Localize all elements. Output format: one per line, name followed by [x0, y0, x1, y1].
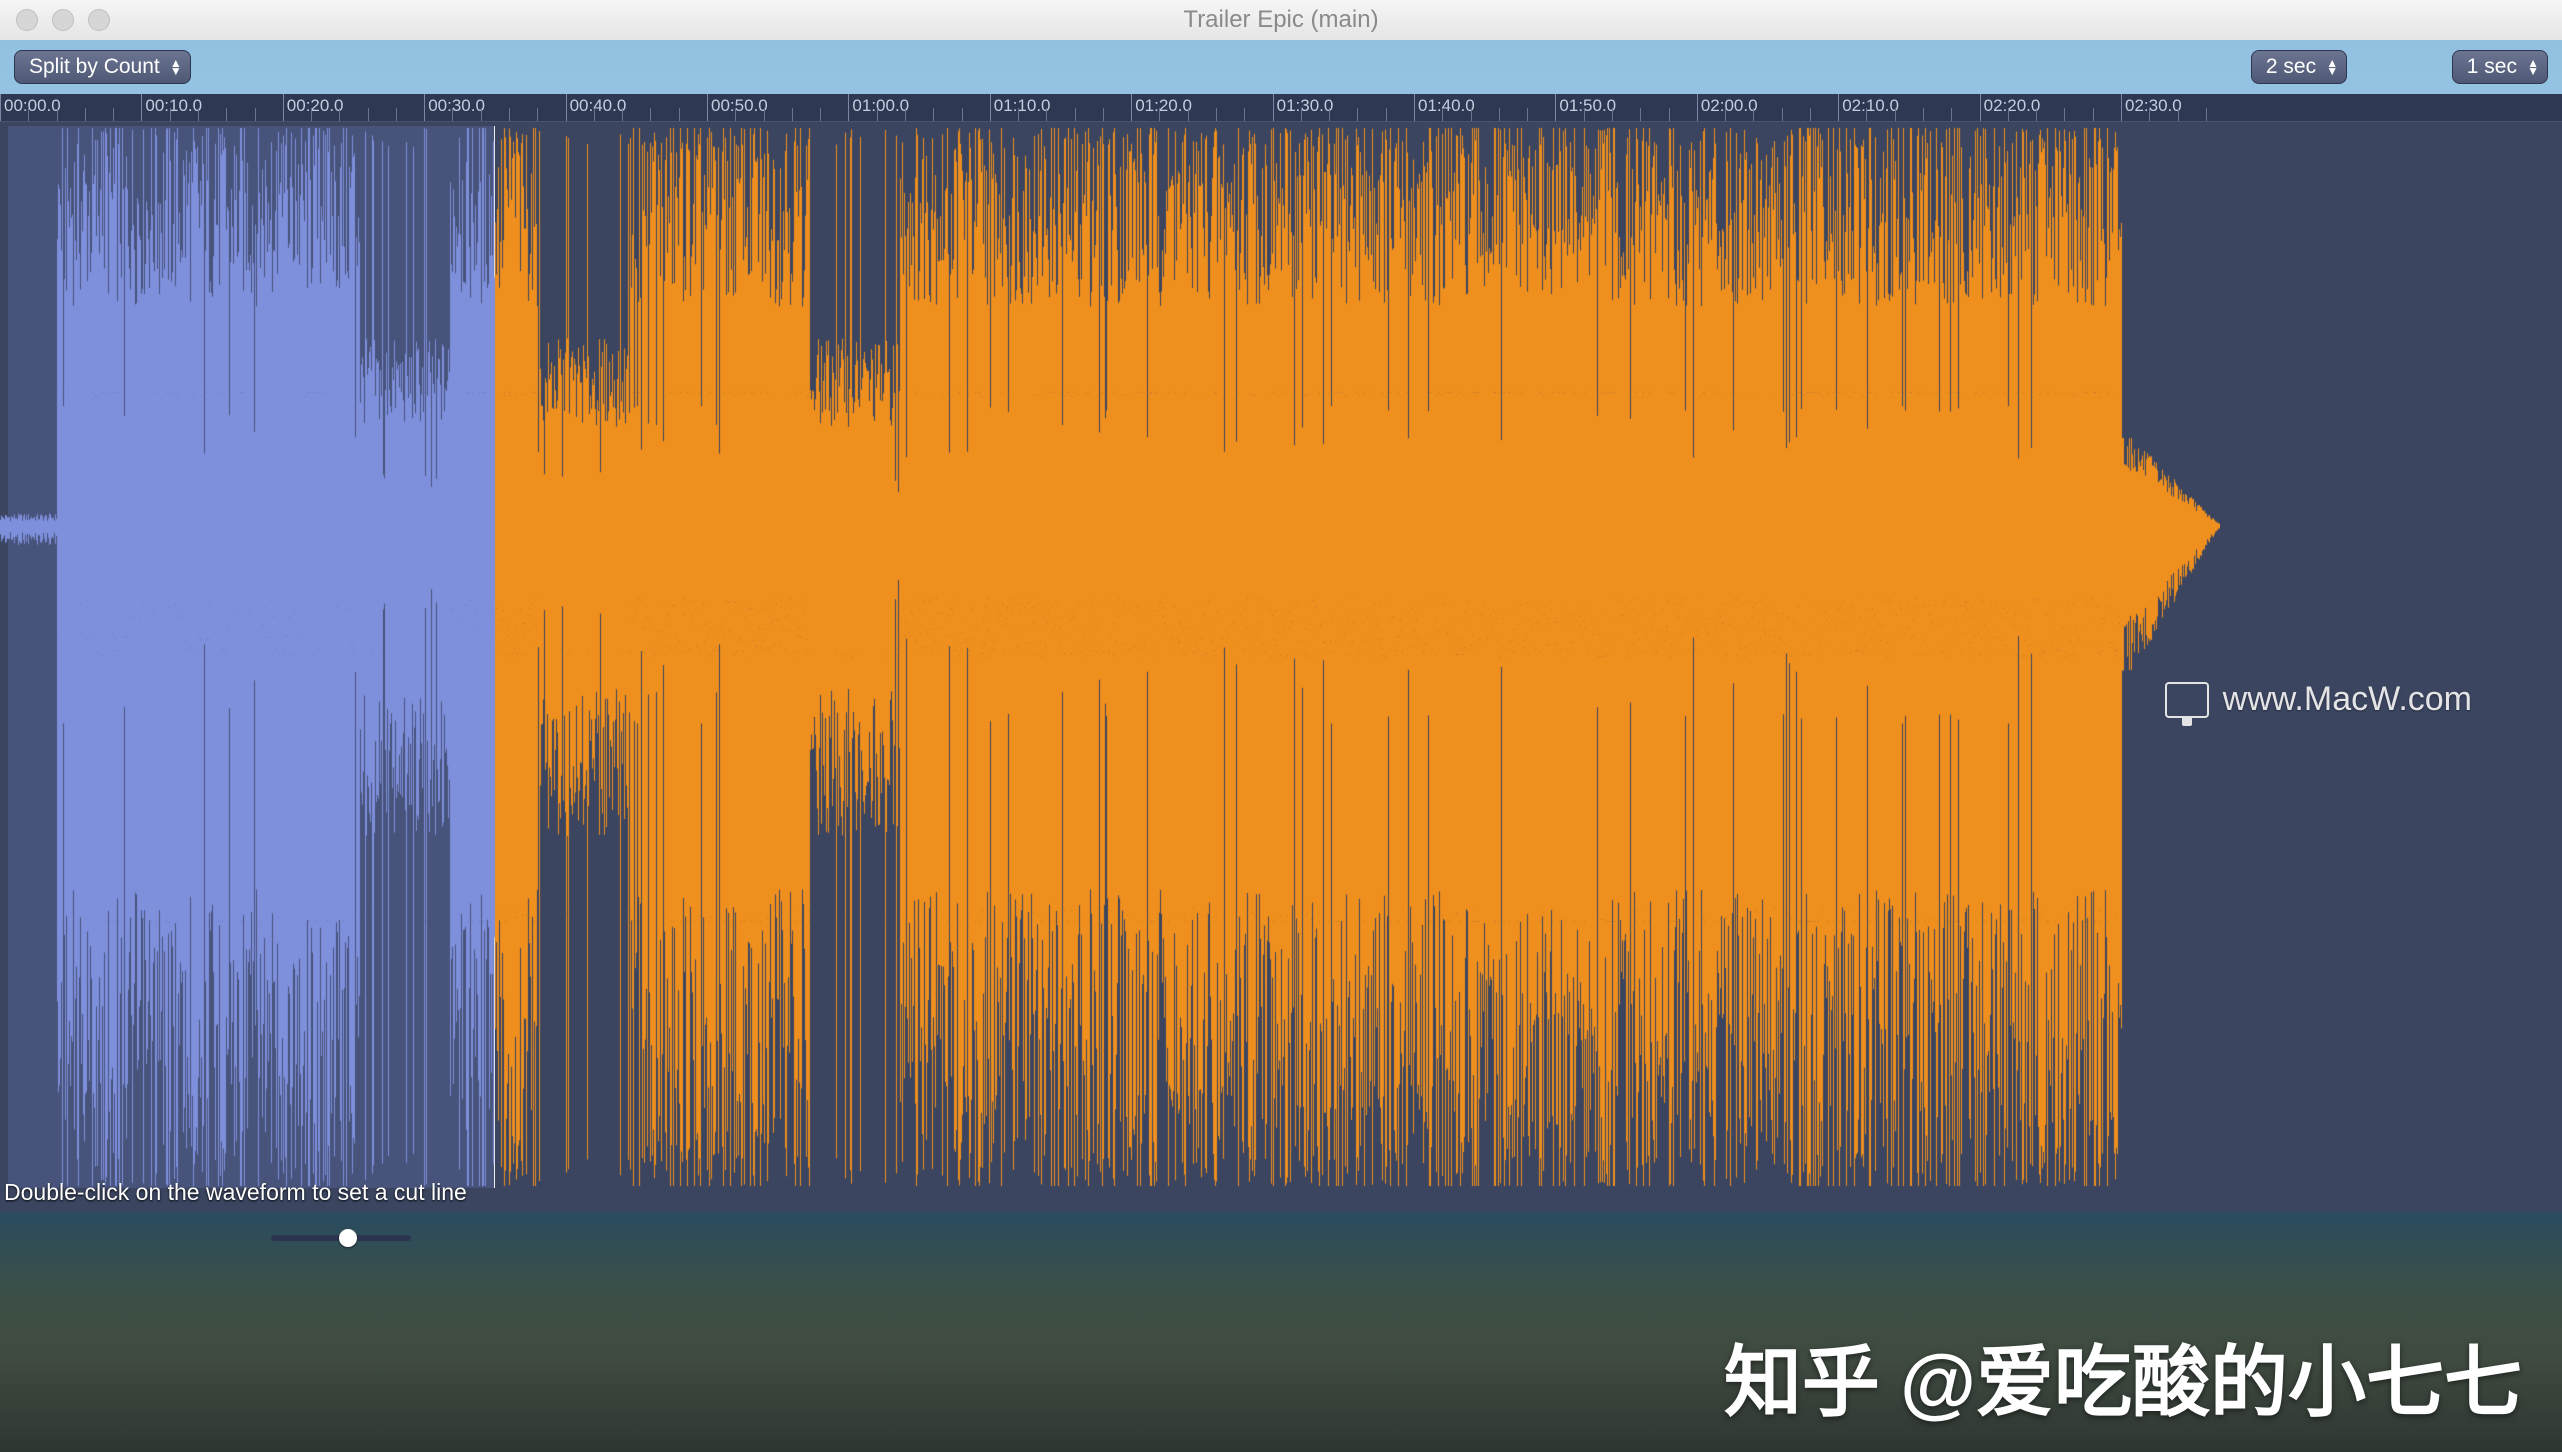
- ruler-label: 00:30.0: [428, 96, 485, 116]
- ruler-label: 02:00.0: [1701, 96, 1758, 116]
- fadein-value: 1 sec: [2467, 55, 2517, 79]
- ruler-label: 01:30.0: [1277, 96, 1334, 116]
- window-title: Trailer Epic (main): [0, 6, 2562, 34]
- updown-icon: ▲▼: [2326, 59, 2338, 75]
- time-ruler[interactable]: 00:00.0 00:10.0 00:20.0 00:30.0 00:40.0 00:50…: [0, 94, 2562, 122]
- fadeout-value: 2 sec: [2266, 55, 2316, 79]
- monitor-icon: [2165, 682, 2209, 718]
- fadeout-select[interactable]: 2 sec ▲▼: [2251, 50, 2347, 84]
- ruler-label: 01:10.0: [994, 96, 1051, 116]
- volume-thumb[interactable]: [339, 1229, 357, 1247]
- ruler-label: 00:40.0: [570, 96, 627, 116]
- zhihu-text: @爱吃酸的小七七: [1900, 1320, 2522, 1432]
- ruler-label: 00:00.0: [4, 96, 61, 116]
- updown-icon: ▲▼: [2527, 59, 2539, 75]
- volume-slider[interactable]: [271, 1235, 411, 1241]
- waveform-area[interactable]: Double-click on the waveform to set a cu…: [0, 122, 2562, 1212]
- split-mode-label: Split by Count: [29, 55, 160, 79]
- waveform-canvas[interactable]: [0, 122, 2220, 1212]
- titlebar[interactable]: Trailer Epic (main): [0, 0, 2562, 40]
- ruler-label: 00:20.0: [287, 96, 344, 116]
- zhihu-watermark: 知乎 @爱吃酸的小七七: [1724, 1320, 2522, 1432]
- ruler-label: 01:50.0: [1559, 96, 1616, 116]
- ruler-label: 00:10.0: [145, 96, 202, 116]
- ruler-label: 02:20.0: [1984, 96, 2041, 116]
- macw-text: www.MacW.com: [2223, 680, 2472, 719]
- ruler-label: 02:10.0: [1842, 96, 1899, 116]
- waveform-hint: Double-click on the waveform to set a cu…: [4, 1179, 467, 1206]
- ruler-label: 01:40.0: [1418, 96, 1475, 116]
- zhihu-logo: 知乎: [1724, 1320, 1880, 1432]
- fadein-select[interactable]: 1 sec ▲▼: [2452, 50, 2548, 84]
- app-window: Trailer Epic (main) Split by Count ▲▼ 0 …: [0, 0, 2562, 1262]
- split-mode-select[interactable]: Split by Count ▲▼: [14, 50, 191, 84]
- ruler-label: 01:00.0: [852, 96, 909, 116]
- macw-watermark: www.MacW.com: [2165, 680, 2472, 719]
- ruler-label: 01:20.0: [1135, 96, 1192, 116]
- updown-icon: ▲▼: [170, 59, 182, 75]
- ruler-label: 00:50.0: [711, 96, 768, 116]
- ruler-label: 02:30.0: [2125, 96, 2182, 116]
